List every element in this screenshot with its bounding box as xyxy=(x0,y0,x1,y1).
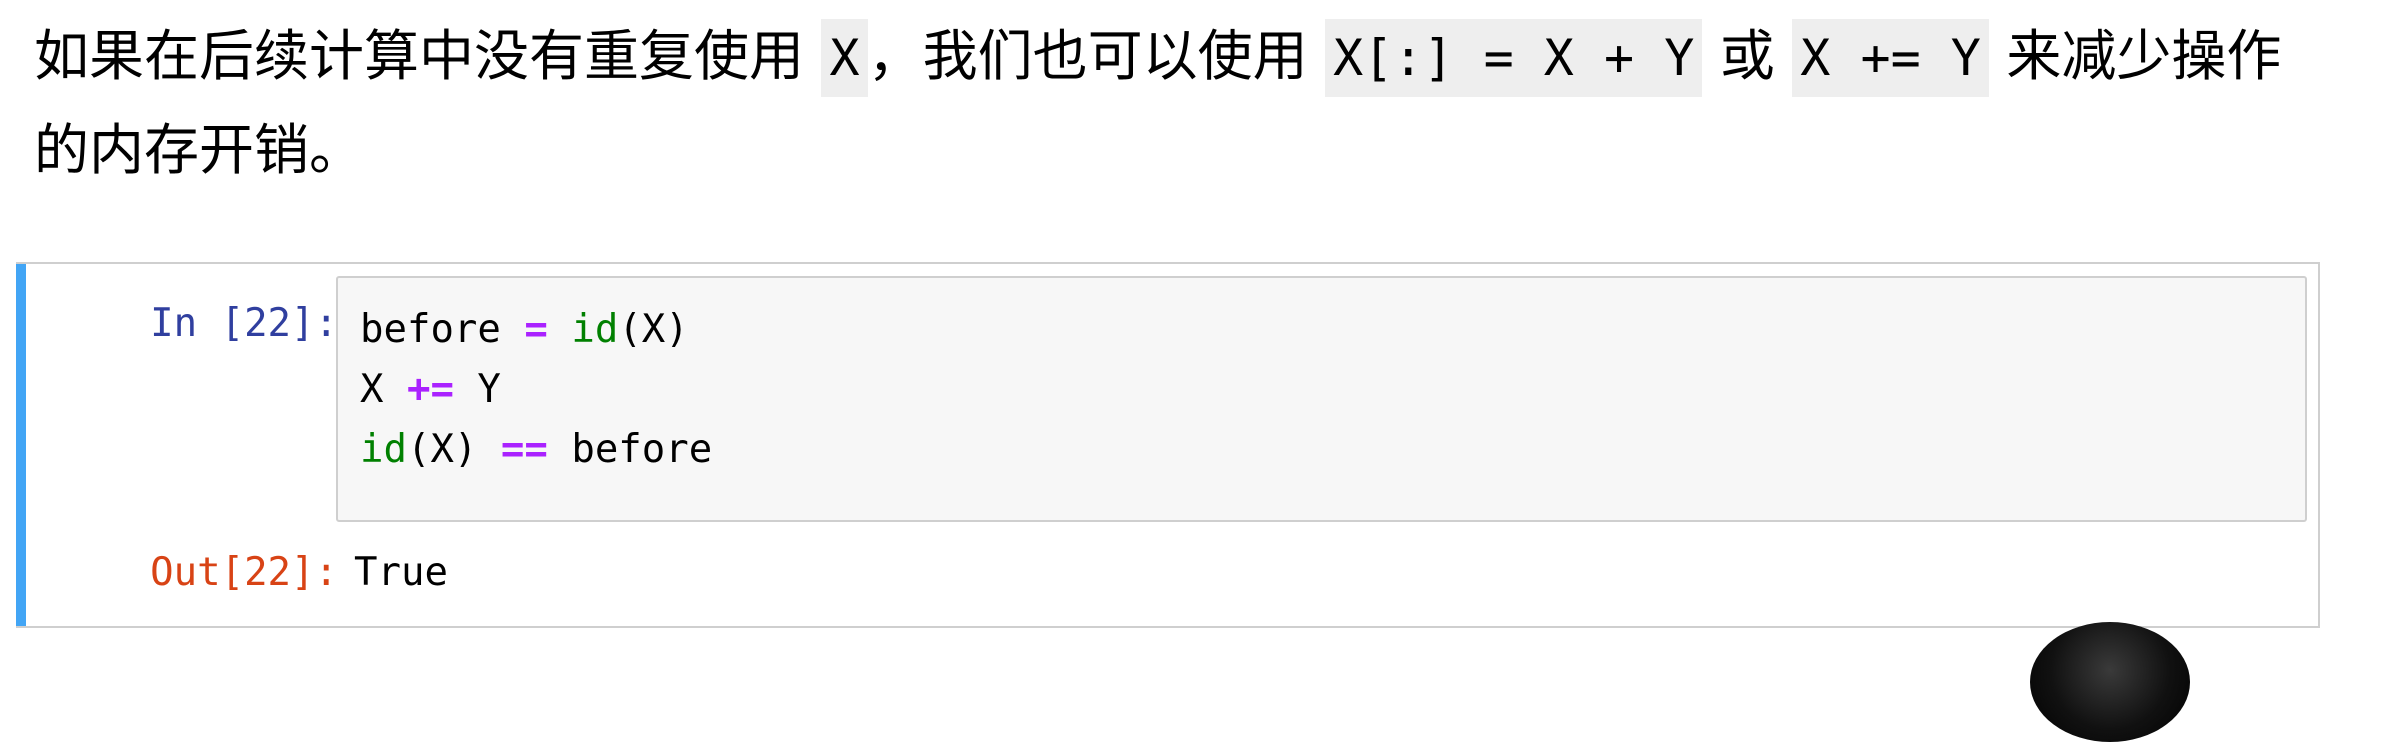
cell-output: True xyxy=(354,550,448,595)
inline-code-slice-assign: X[:] = X + Y xyxy=(1325,19,1703,97)
inline-code-x: X xyxy=(821,19,868,97)
code-operator: += xyxy=(406,367,454,412)
code-token: (X) xyxy=(406,427,501,472)
input-prompt: In [22]: xyxy=(150,301,338,346)
prose-text-2: ，我们也可以使用 xyxy=(867,24,1326,88)
inline-code-inplace-add: X += Y xyxy=(1792,19,1989,97)
prose-text-1: 如果在后续计算中没有重复使用 xyxy=(34,24,822,88)
presenter-avatar-icon xyxy=(2030,622,2190,742)
code-token: Y xyxy=(453,367,501,412)
output-prompt: Out[22]: xyxy=(150,550,338,595)
code-operator: == xyxy=(500,427,548,472)
code-text[interactable]: before = id(X) X += Y id(X) == before xyxy=(360,300,712,480)
code-token: X xyxy=(360,367,407,412)
code-builtin: id xyxy=(571,307,619,352)
code-builtin: id xyxy=(360,427,407,472)
markdown-paragraph: 如果在后续计算中没有重复使用 X ，我们也可以使用 X[:] = X + Y 或 … xyxy=(34,10,2284,196)
prose-text-3: 或 xyxy=(1702,24,1793,88)
code-token: before xyxy=(360,307,525,352)
code-operator: = xyxy=(524,307,548,352)
code-token: (X) xyxy=(618,307,689,352)
code-cell[interactable]: In [22]: before = id(X) X += Y id(X) == … xyxy=(16,262,2320,628)
code-editor[interactable]: before = id(X) X += Y id(X) == before xyxy=(336,276,2307,522)
code-token: before xyxy=(547,427,713,472)
